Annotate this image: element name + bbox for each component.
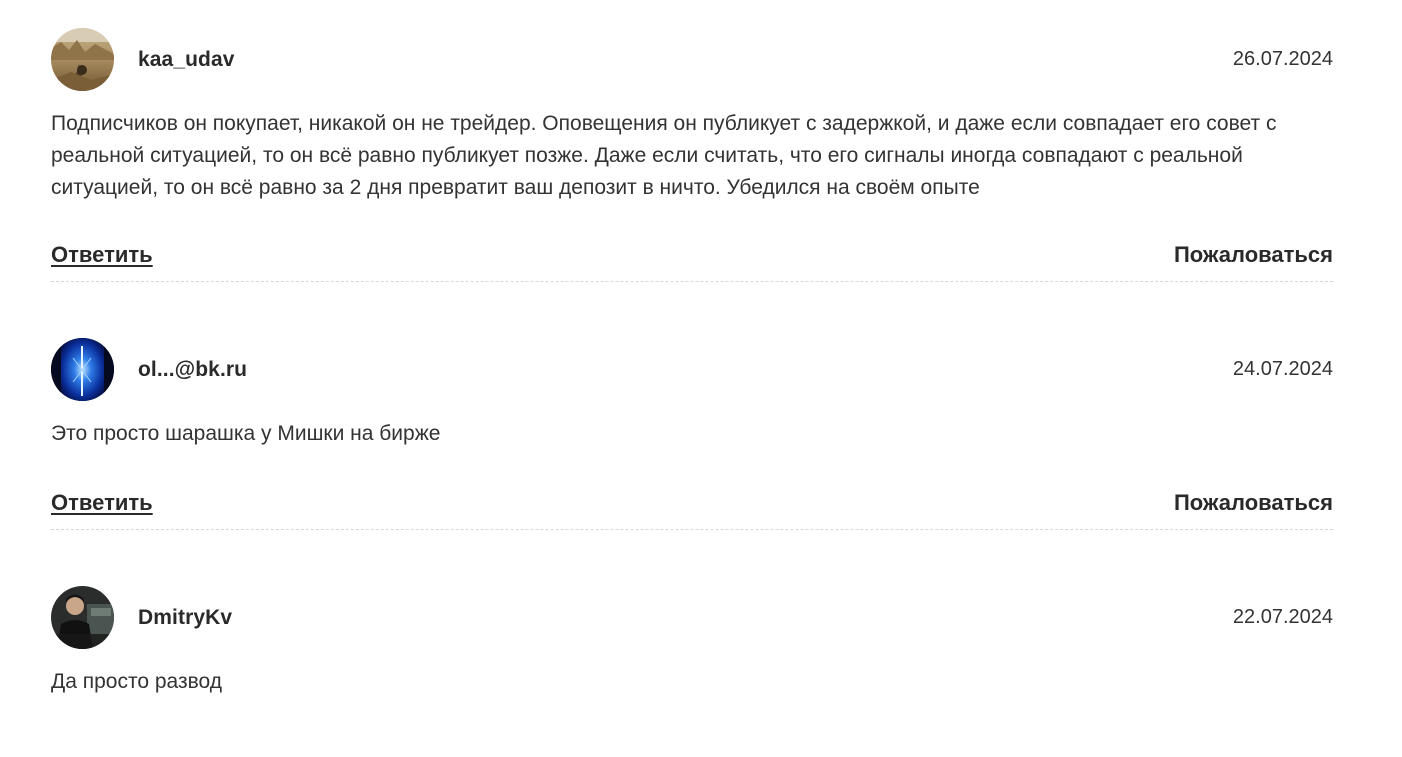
- comment-author: ol...@bk.ru: [138, 358, 248, 381]
- comment-header: ol...@bk.ru 24.07.2024: [51, 338, 1333, 402]
- user-avatar[interactable]: [51, 28, 114, 91]
- user-avatar[interactable]: [51, 586, 114, 649]
- comment-text: Подписчиков он покупает, никакой он не т…: [51, 112, 1277, 199]
- comment-divider: [51, 281, 1333, 282]
- comment-date: 26.07.2024: [1232, 48, 1333, 70]
- comment-author: kaa_udav: [138, 48, 235, 71]
- comment-header: DmitryKv 22.07.2024: [51, 586, 1333, 650]
- comment-actions: Ответить Пожаловаться: [51, 490, 1333, 520]
- reply-link[interactable]: Ответить: [51, 242, 153, 268]
- comment-item: kaa_udav 26.07.2024 Подписчиков он покуп…: [51, 28, 1333, 282]
- report-link[interactable]: Пожаловаться: [1174, 242, 1333, 268]
- landscape-photo-icon: [51, 28, 114, 91]
- report-link[interactable]: Пожаловаться: [1174, 490, 1333, 516]
- comment-text: Да просто развод: [51, 670, 223, 693]
- comment-date: 24.07.2024: [1232, 358, 1333, 380]
- blue-light-icon: [51, 338, 114, 401]
- comment-item: ol...@bk.ru 24.07.2024 Это просто шарашк…: [51, 338, 1333, 530]
- comments-list: kaa_udav 26.07.2024 Подписчиков он покуп…: [51, 0, 1333, 698]
- user-avatar[interactable]: [51, 338, 114, 401]
- comment-actions: Ответить Пожаловаться: [51, 242, 1333, 272]
- reply-link[interactable]: Ответить: [51, 490, 153, 516]
- person-photo-icon: [51, 586, 114, 649]
- comment-author: DmitryKv: [138, 606, 233, 629]
- comment-divider: [51, 529, 1333, 530]
- comment-date: 22.07.2024: [1232, 606, 1333, 628]
- comment-item: DmitryKv 22.07.2024 Да просто развод: [51, 586, 1333, 698]
- comment-header: kaa_udav 26.07.2024: [51, 28, 1333, 92]
- comment-text: Это просто шарашка у Мишки на бирже: [51, 422, 441, 445]
